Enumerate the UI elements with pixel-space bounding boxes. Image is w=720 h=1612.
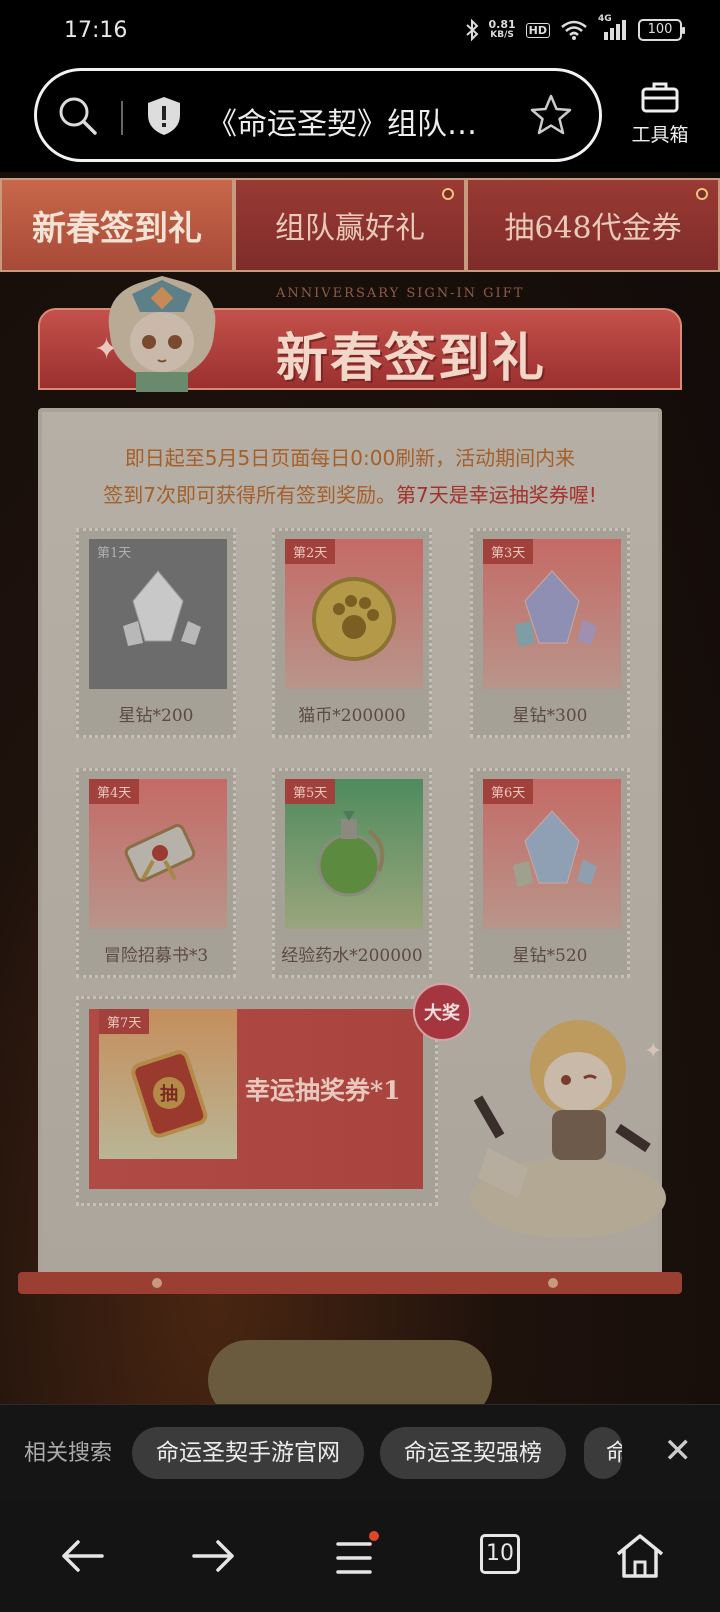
status-bar: 17:16 0.81 KB/S HD 4G 100	[0, 0, 720, 62]
url-divider	[121, 101, 123, 135]
home-icon[interactable]	[612, 1530, 668, 1582]
day-label: 第7天	[99, 1009, 150, 1034]
rail-dot	[548, 1278, 558, 1288]
banner-title: 新春签到礼	[276, 328, 547, 389]
sparkle-icon: ✦	[644, 1039, 662, 1064]
ticket-char: 抽	[160, 1083, 178, 1105]
web-content: 新春签到礼 组队赢好礼 抽648代金券 ANNIVERSARY SIGN-IN …	[0, 172, 720, 1408]
day-label: 第1天	[89, 539, 140, 564]
related-search-bar: 相关搜索 命运圣契手游官网 命运圣契强榜 命 ✕	[0, 1404, 720, 1500]
banner-subtitle: ANNIVERSARY SIGN-IN GIFT	[276, 286, 525, 301]
reward-name: 星钻*300	[512, 706, 588, 726]
reward-card-day1[interactable]: 第1天 星钻*200	[76, 528, 236, 738]
mascot-character-image	[108, 276, 216, 392]
notice-line1: 即日起至5月5日页面每日0:00刷新，活动期间内来	[124, 446, 576, 470]
reward-card-day2[interactable]: 第2天 猫币*200000	[272, 528, 432, 738]
net-speed: 0.81 KB/S	[488, 18, 516, 40]
tab-label: 组队赢好礼	[275, 211, 425, 246]
signal-icon: 4G	[598, 14, 628, 42]
tabs-button[interactable]: 10	[474, 1530, 530, 1582]
reward-name: 经验药水*200000	[281, 946, 423, 966]
tab-dot	[696, 188, 708, 200]
notice-highlight: 第7天是幸运抽奖券喔!	[395, 483, 597, 507]
related-search-label: 相关搜索	[24, 1441, 113, 1466]
shield-icon[interactable]	[145, 95, 183, 137]
toolbox-icon	[641, 82, 679, 113]
back-icon[interactable]	[54, 1530, 110, 1582]
lottery-ticket-icon: 抽	[131, 1050, 208, 1138]
star-diamond-icon	[513, 810, 597, 887]
toolbox-label: 工具箱	[631, 124, 689, 146]
page-action-button[interactable]	[208, 1340, 492, 1408]
tab-signin[interactable]: 新春签到礼	[0, 178, 234, 272]
day-label: 第6天	[483, 779, 534, 804]
reward-name: 星钻*520	[512, 946, 588, 966]
scroll-icon	[124, 824, 196, 882]
star-diamond-icon	[515, 570, 597, 647]
related-chip[interactable]: 命运圣契手游官网	[132, 1427, 364, 1479]
url-title[interactable]: 《命运圣契》组队…	[207, 99, 477, 143]
rail-dot	[152, 1278, 162, 1288]
tab-label: 新春签到礼	[32, 208, 202, 249]
cat-coin-icon	[312, 577, 396, 661]
reward-card-day5[interactable]: 第5天 经验药水*200000	[272, 768, 432, 978]
url-bar[interactable]: 《命运圣契》组队…	[34, 68, 602, 162]
day-label: 第5天	[285, 779, 336, 804]
reward-name: 猫币*200000	[298, 706, 406, 726]
clock: 17:16	[64, 18, 128, 43]
related-chip[interactable]: 命运圣契强榜	[380, 1427, 566, 1479]
activity-tabs: 新春签到礼 组队赢好礼 抽648代金券	[0, 178, 720, 272]
panel-bottom-rail	[18, 1272, 682, 1294]
search-icon[interactable]	[57, 95, 99, 137]
day-label: 第4天	[89, 779, 140, 804]
reward-card-day3[interactable]: 第3天 星钻*300	[470, 528, 630, 738]
tabs-count: 10	[486, 1541, 514, 1566]
menu-icon[interactable]	[330, 1530, 386, 1582]
battery-icon: 100	[638, 19, 685, 41]
bluetooth-icon	[465, 19, 478, 41]
day-label: 第2天	[285, 539, 336, 564]
notice-text: 即日起至5月5日页面每日0:00刷新，活动期间内来 签到7次即可获得所有签到奖励…	[58, 440, 642, 514]
browser-navbar: 10	[0, 1500, 720, 1612]
reward-name: 冒险招募书*3	[103, 946, 209, 966]
potion-icon	[317, 811, 385, 897]
toolbox-button[interactable]: 工具箱	[624, 80, 696, 147]
reward-card-day4[interactable]: 第4天 冒险招募书*3	[76, 768, 236, 978]
reward-card-day6[interactable]: 第6天 星钻*520	[470, 768, 630, 978]
wifi-icon	[561, 20, 587, 40]
forward-icon[interactable]	[186, 1530, 242, 1582]
related-chip-partial[interactable]: 命	[584, 1427, 622, 1479]
grand-reward-card[interactable]: 抽 第7天 幸运抽奖券*1 大奖	[76, 983, 471, 1206]
star-diamond-icon	[123, 570, 201, 646]
tab-dot	[442, 188, 454, 200]
reward-name: 星钻*200	[118, 706, 194, 726]
signin-panel: 即日起至5月5日页面每日0:00刷新，活动期间内来 签到7次即可获得所有签到奖励…	[38, 408, 666, 1276]
hd-badge: HD	[525, 22, 550, 38]
mascot-girl-image: ✦	[470, 1020, 666, 1238]
tabs-icon: 10	[480, 1534, 520, 1574]
bookmark-star-icon[interactable]	[529, 93, 573, 137]
grand-reward-name: 幸运抽奖券*1	[245, 1076, 401, 1105]
status-icons: 0.81 KB/S HD 4G 100	[465, 14, 685, 42]
tab-label: 抽648代金券	[504, 211, 682, 246]
address-bar-area: 《命运圣契》组队… 工具箱	[0, 62, 720, 172]
tab-voucher[interactable]: 抽648代金券	[466, 178, 720, 272]
day-label: 第3天	[483, 539, 534, 564]
close-icon[interactable]: ✕	[664, 1431, 693, 1471]
notice-line2: 签到7次即可获得所有签到奖励。	[103, 483, 396, 507]
tab-team[interactable]: 组队赢好礼	[234, 178, 466, 272]
